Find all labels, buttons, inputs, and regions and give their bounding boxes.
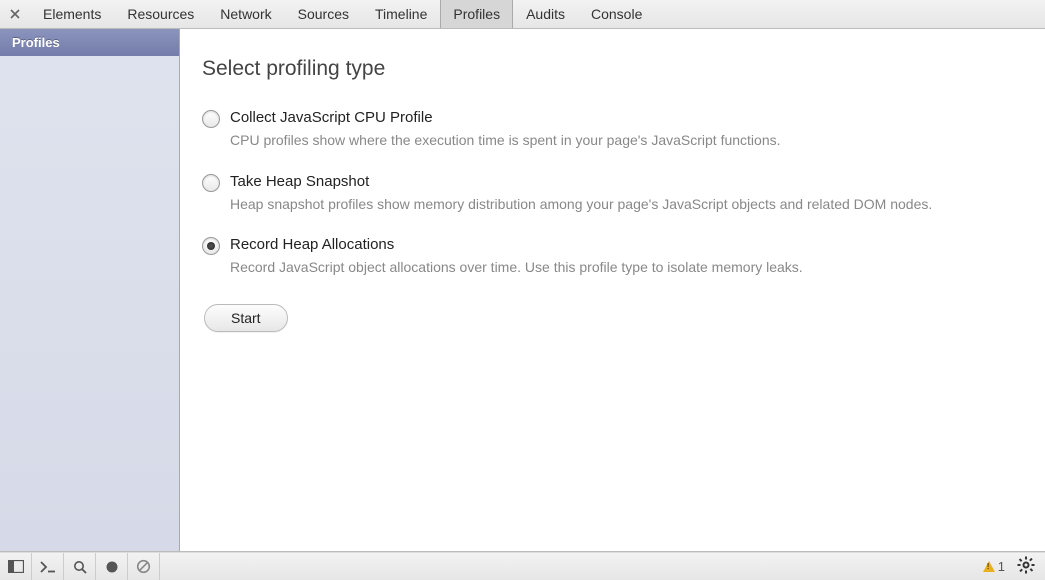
radio-heap-allocations[interactable]: [202, 237, 220, 255]
sidebar-header: Profiles: [0, 29, 179, 56]
option-body: Collect JavaScript CPU Profile CPU profi…: [230, 109, 1023, 151]
option-body: Take Heap Snapshot Heap snapshot profile…: [230, 173, 1023, 215]
bottom-left-group: [0, 553, 160, 580]
tab-network[interactable]: Network: [207, 0, 284, 28]
profiles-sidebar: Profiles: [0, 29, 180, 551]
settings-button[interactable]: [1017, 556, 1035, 577]
clear-icon: [136, 559, 151, 574]
console-icon: [40, 561, 56, 573]
radio-heap-snapshot[interactable]: [202, 174, 220, 192]
body-area: Profiles Select profiling type Collect J…: [0, 29, 1045, 552]
main-panel: Select profiling type Collect JavaScript…: [180, 29, 1045, 551]
bottom-toolbar: 1: [0, 552, 1045, 580]
devtools-tabs: Elements Resources Network Sources Timel…: [30, 0, 655, 28]
tab-console[interactable]: Console: [578, 0, 655, 28]
option-title[interactable]: Record Heap Allocations: [230, 236, 1023, 253]
search-icon: [73, 560, 87, 574]
record-button[interactable]: [96, 553, 128, 580]
console-drawer-button[interactable]: [32, 553, 64, 580]
option-title[interactable]: Take Heap Snapshot: [230, 173, 1023, 190]
dock-button[interactable]: [0, 553, 32, 580]
search-button[interactable]: [64, 553, 96, 580]
tab-resources[interactable]: Resources: [114, 0, 207, 28]
option-description: Record JavaScript object allocations ove…: [230, 258, 1020, 278]
dock-icon: [8, 560, 24, 573]
tab-sources[interactable]: Sources: [285, 0, 362, 28]
tab-elements[interactable]: Elements: [30, 0, 114, 28]
clear-button[interactable]: [128, 553, 160, 580]
option-cpu-profile: Collect JavaScript CPU Profile CPU profi…: [202, 109, 1023, 151]
gear-icon: [1017, 556, 1035, 574]
option-description: Heap snapshot profiles show memory distr…: [230, 195, 1020, 215]
page-heading: Select profiling type: [202, 57, 1023, 81]
warnings-indicator[interactable]: 1: [983, 559, 1005, 574]
option-title[interactable]: Collect JavaScript CPU Profile: [230, 109, 1023, 126]
option-heap-allocations: Record Heap Allocations Record JavaScrip…: [202, 236, 1023, 278]
tab-audits[interactable]: Audits: [513, 0, 578, 28]
tab-timeline[interactable]: Timeline: [362, 0, 440, 28]
option-description: CPU profiles show where the execution ti…: [230, 131, 1020, 151]
option-heap-snapshot: Take Heap Snapshot Heap snapshot profile…: [202, 173, 1023, 215]
record-icon: [105, 560, 119, 574]
warning-icon: [983, 561, 995, 572]
devtools-topbar: Elements Resources Network Sources Timel…: [0, 0, 1045, 29]
radio-cpu-profile[interactable]: [202, 110, 220, 128]
close-devtools-button[interactable]: [0, 0, 30, 28]
tab-profiles[interactable]: Profiles: [440, 0, 513, 28]
bottom-right-group: 1: [983, 553, 1045, 580]
close-icon: [10, 9, 20, 19]
warning-count: 1: [998, 559, 1005, 574]
start-button[interactable]: Start: [204, 304, 288, 332]
option-body: Record Heap Allocations Record JavaScrip…: [230, 236, 1023, 278]
